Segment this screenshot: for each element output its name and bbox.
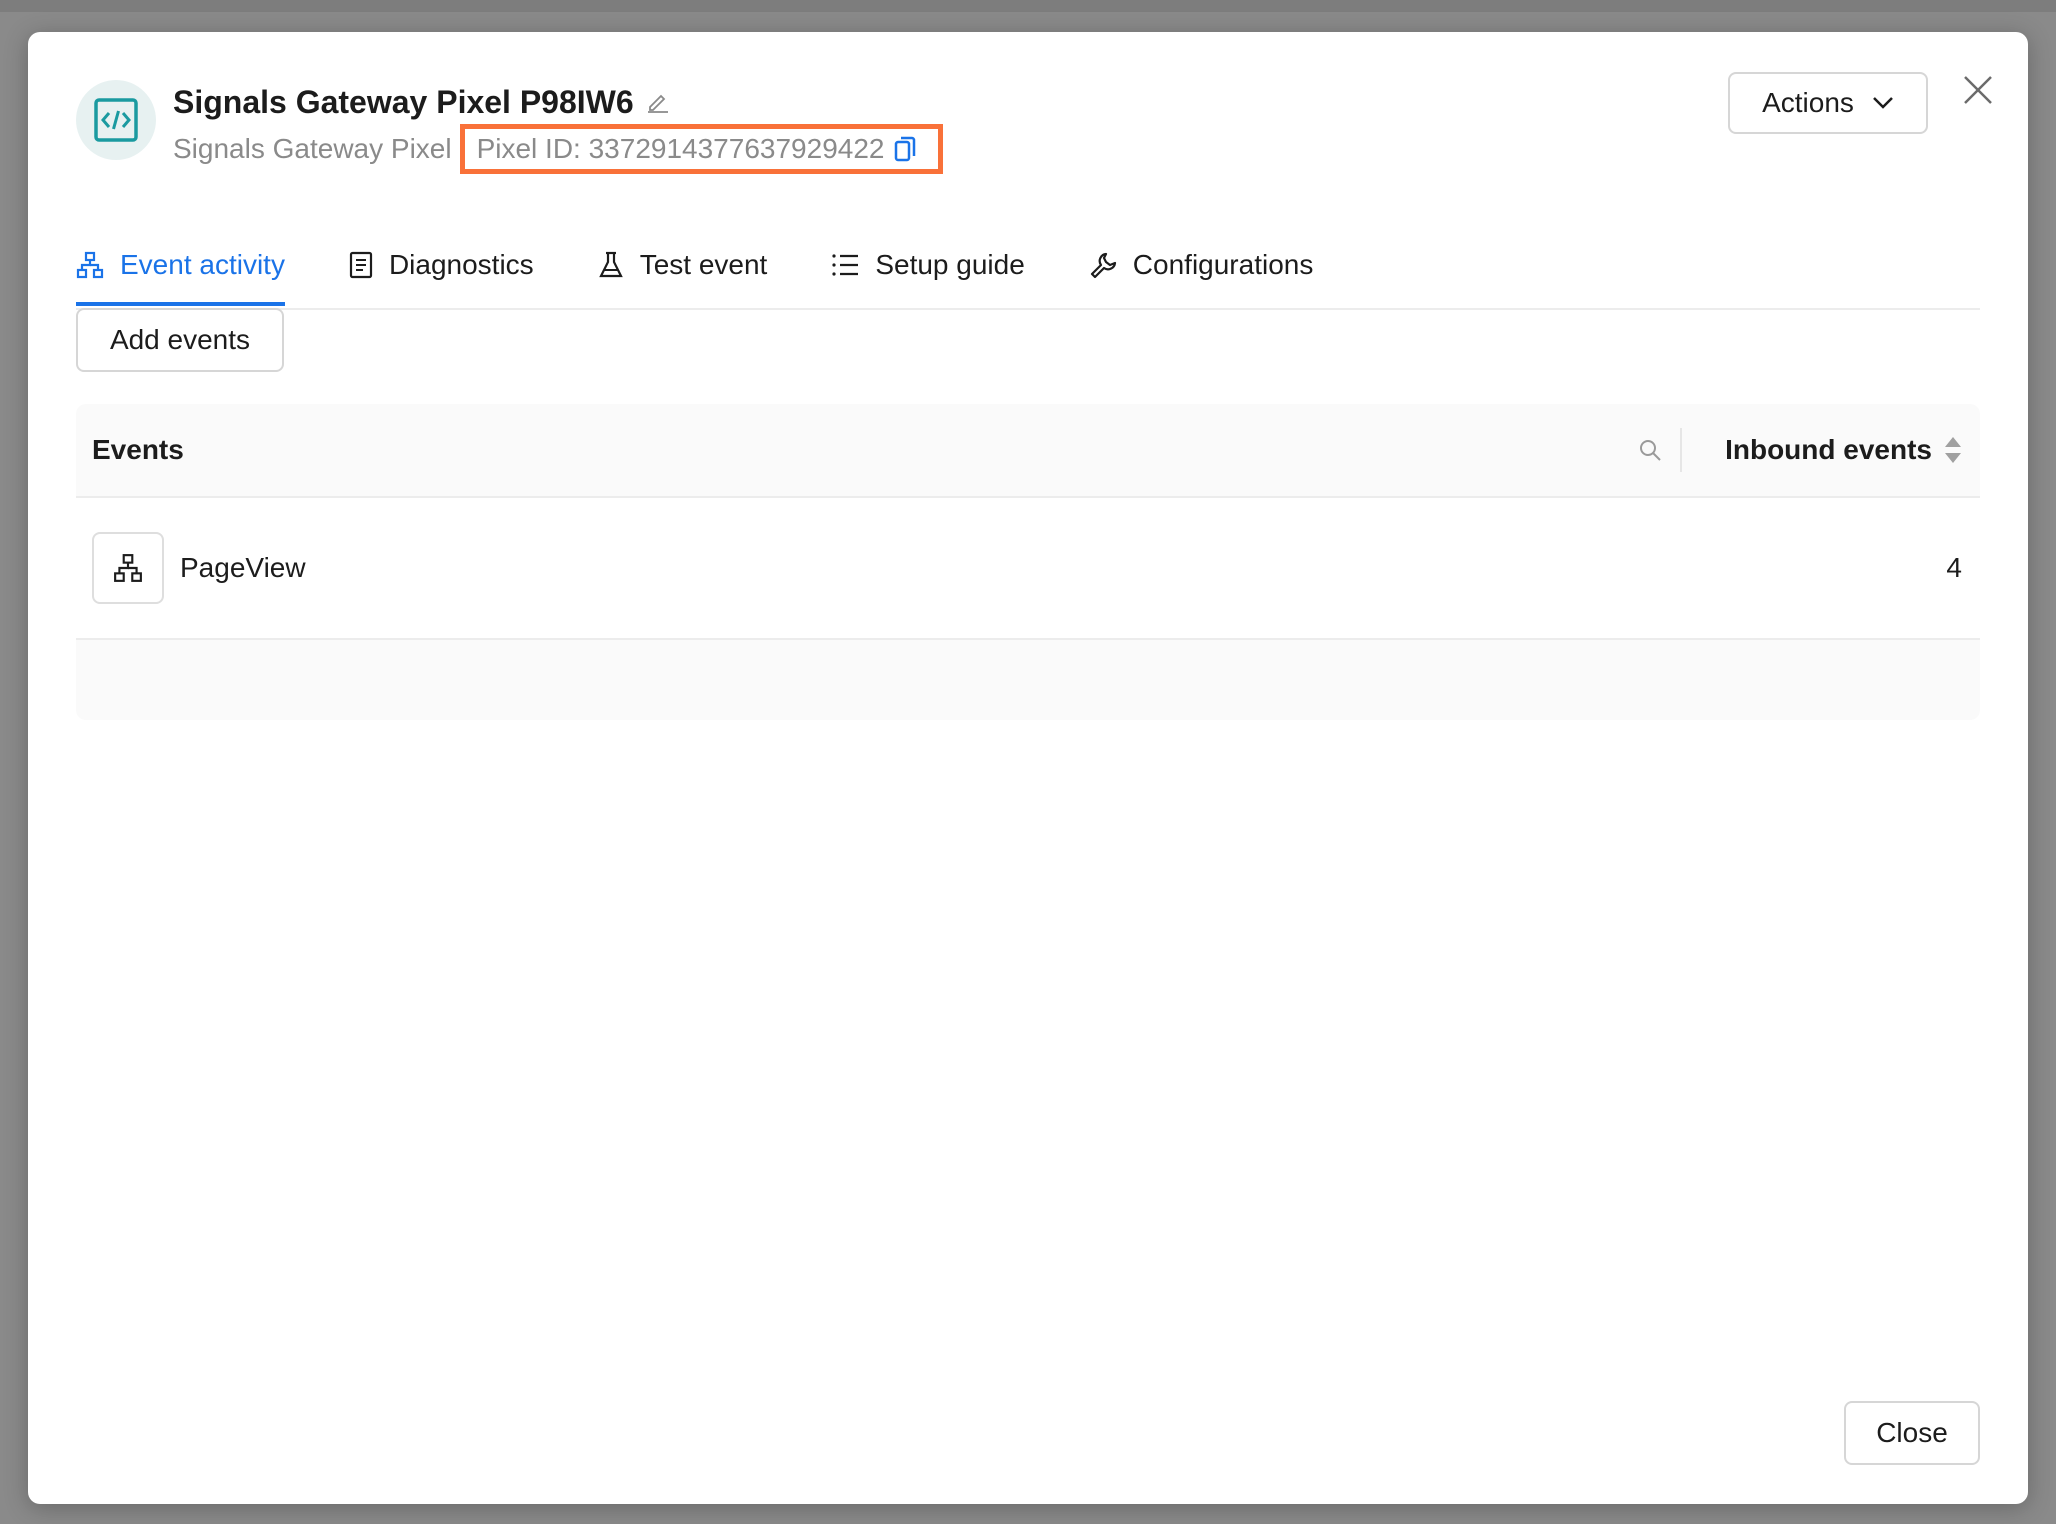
table-row[interactable]: PageView 4 [76,498,1980,640]
pixel-type: Signals Gateway Pixel [173,133,452,164]
tab-configurations[interactable]: Configurations [1089,228,1314,306]
event-count: 4 [1946,552,1962,583]
tab-label: Event activity [120,249,285,280]
tab-setup-guide[interactable]: Setup guide [831,228,1025,306]
hierarchy-icon [114,554,142,582]
pixel-avatar [76,80,156,160]
tab-label: Test event [639,249,768,280]
actions-button[interactable]: Actions [1728,72,1928,134]
close-icon[interactable] [1960,72,1996,108]
pixel-id: Pixel ID: 3372914377637929422 [476,133,885,164]
tab-diagnostics[interactable]: Diagnostics [349,228,534,306]
tab-bar: Event activity Diagnostics Test event Se… [76,228,1980,310]
backdrop [0,0,2056,12]
events-table: Events Inbound events PageView 4 [76,404,1980,720]
code-icon [94,98,138,142]
wrench-icon [1090,252,1116,279]
column-events: Events [92,434,184,465]
sort-icon[interactable] [1944,435,1962,465]
list-icon [832,254,859,276]
actions-label: Actions [1762,87,1854,118]
table-header: Events Inbound events [76,404,1980,498]
page-title: Signals Gateway Pixel P98IW6 [173,76,670,128]
event-name: PageView [180,552,306,583]
tab-event-activity[interactable]: Event activity [76,228,285,306]
column-inbound-label: Inbound events [1725,434,1932,465]
tab-label: Configurations [1132,249,1314,280]
copy-icon[interactable] [894,135,916,163]
pixel-name: Signals Gateway Pixel P98IW6 [173,83,634,120]
document-icon [349,251,373,279]
tab-test-event[interactable]: Test event [598,228,768,306]
flask-icon [598,251,623,278]
subtitle-row: Signals Gateway Pixel Pixel ID: 33729143… [173,124,944,174]
pixel-details-modal: Signals Gateway Pixel P98IW6 Signals Gat… [28,32,2028,1504]
search-icon[interactable] [1638,438,1662,462]
add-events-button[interactable]: Add events [76,308,284,372]
tab-label: Diagnostics [388,249,534,280]
edit-pencil-icon[interactable] [646,90,670,114]
column-divider [1680,428,1682,472]
column-inbound-events[interactable]: Inbound events [1725,434,1962,466]
tab-label: Setup guide [875,249,1025,280]
pixel-id-highlight: Pixel ID: 3372914377637929422 [459,124,944,174]
hierarchy-icon [76,251,104,279]
event-icon-box [92,532,164,604]
chevron-down-icon [1873,97,1893,109]
close-button[interactable]: Close [1844,1401,1980,1465]
